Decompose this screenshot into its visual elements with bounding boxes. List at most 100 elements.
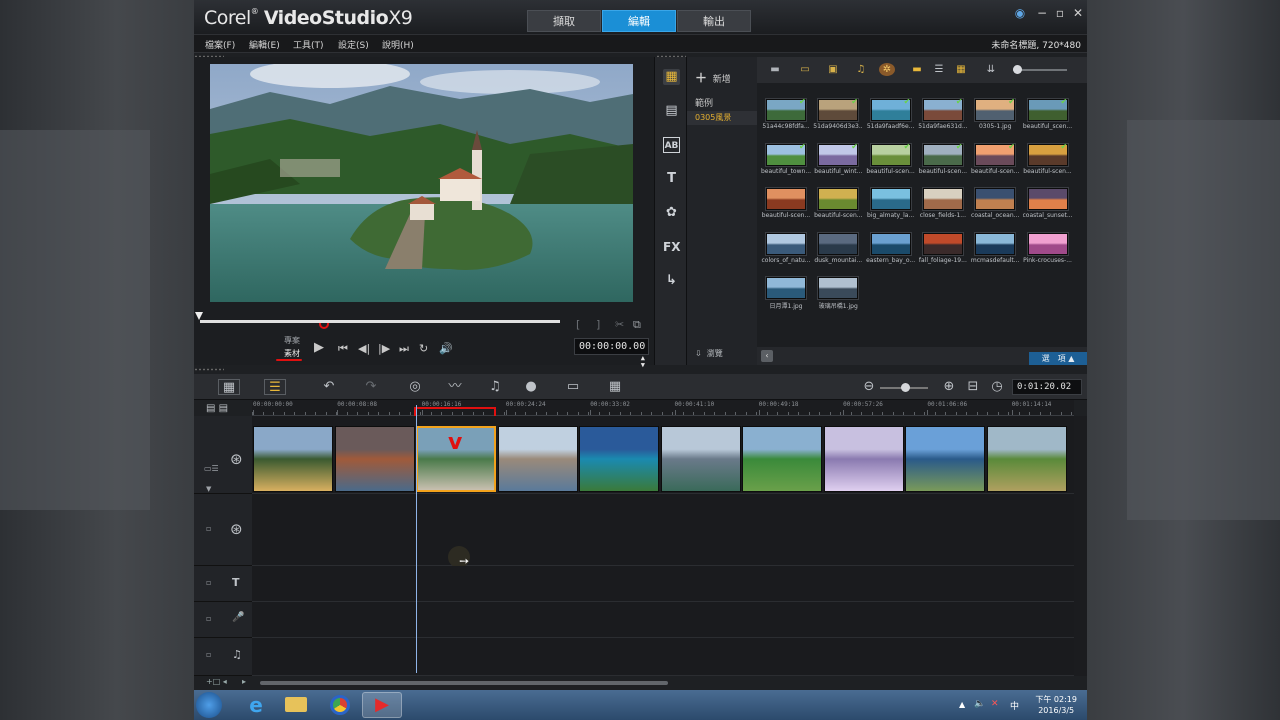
video-clip[interactable] (660, 426, 741, 492)
track-expand-icon[interactable]: ▼ (206, 485, 211, 493)
sound-mixer-icon[interactable]: 〰 (444, 379, 466, 395)
home-icon[interactable]: ⏮ (338, 342, 348, 356)
scrollbar-thumb[interactable] (260, 681, 668, 685)
motion-tracking-icon[interactable]: ● (520, 379, 542, 395)
preview-window[interactable] (210, 64, 633, 302)
selected-video-clip[interactable]: v (416, 426, 496, 492)
library-thumbnail[interactable]: ✔ beautiful_wint... (813, 142, 863, 186)
scrubber-handle[interactable] (195, 312, 203, 320)
library-thumbnail[interactable]: ✔ beautiful-scen... (918, 142, 968, 186)
project-duration-icon[interactable]: ◷ (986, 379, 1008, 395)
tray-show-hidden-icon[interactable]: ▲ (959, 700, 965, 709)
library-thumbnail[interactable]: colors_of_natu... (761, 231, 811, 275)
import-folder-icon[interactable]: ▬ (767, 63, 783, 76)
chrome-icon[interactable] (320, 692, 360, 718)
import-media-icon[interactable]: ⇊ (983, 63, 999, 76)
video-track-lane[interactable]: v (252, 416, 1074, 494)
mark-out-icon[interactable]: ] (596, 318, 600, 331)
voice-track-lane[interactable] (252, 602, 1074, 638)
timeline-grip[interactable] (194, 368, 224, 371)
library-thumbnail[interactable]: ✔ 51da9faadf6e... (866, 97, 916, 141)
library-thumbnail[interactable]: ✔ 51da9406d3e3... (813, 97, 863, 141)
track-visibility-icon[interactable]: ▫ (206, 614, 211, 623)
list-view-icon[interactable]: ▬ (909, 63, 925, 76)
library-thumbnail[interactable]: coastal_ocean... (970, 186, 1020, 230)
volume-icon[interactable]: 🔊 (439, 342, 453, 355)
instant-project-icon[interactable]: ▤ (663, 103, 680, 119)
thumbnail-size-slider[interactable] (1013, 65, 1067, 74)
system-clock[interactable]: 下午 02:19 2016/3/5 (1035, 694, 1077, 716)
library-thumbnail[interactable]: ✔ beautiful_scen... (1023, 97, 1073, 141)
thumbnail-view-icon[interactable]: ▦ (953, 63, 969, 76)
menu-file[interactable]: 檔案(F) (205, 38, 235, 51)
library-thumbnail[interactable]: ✔ beautiful-scen... (1023, 142, 1073, 186)
folder-sample[interactable]: 範例 (695, 96, 713, 109)
timeline-playhead[interactable] (416, 405, 417, 673)
title-track-lane[interactable] (252, 566, 1074, 602)
path-icon[interactable]: ↳ (663, 273, 680, 289)
options-button[interactable]: 選 項 ▲ (1029, 352, 1087, 365)
scroll-left-icon[interactable]: +□ ◂ (206, 677, 227, 686)
fit-project-icon[interactable]: ⊟ (962, 379, 984, 395)
transition-icon[interactable]: AB (663, 137, 680, 153)
volume-tray-icon[interactable]: 🔈 (974, 699, 985, 709)
video-clip[interactable] (579, 426, 659, 492)
zoom-out-icon[interactable]: ⊖ (858, 379, 880, 395)
subtitle-editor-icon[interactable]: ▭ (562, 379, 584, 395)
library-thumbnail[interactable]: beautiful-scen... (761, 186, 811, 230)
library-thumbnail[interactable]: 日月潭1.jpg (761, 275, 811, 319)
slider-thumb[interactable] (1013, 65, 1022, 74)
tab-share[interactable]: 輸出 (677, 10, 751, 32)
video-clip[interactable] (823, 426, 904, 492)
media-category-icon[interactable]: ▦ (663, 69, 680, 85)
mode-clip-label[interactable]: 素材 (284, 348, 300, 359)
track-visibility-icon[interactable]: ▫ (206, 524, 211, 533)
auto-music-icon[interactable]: ♫ (484, 379, 506, 395)
library-thumbnail[interactable]: coastal_sunset... (1023, 186, 1073, 230)
zoom-slider-thumb[interactable] (901, 383, 910, 392)
show-photos-icon[interactable]: ▣ (825, 63, 841, 76)
video-clip[interactable] (497, 426, 578, 492)
graphic-icon[interactable]: ✿ (663, 205, 680, 221)
enlarge-preview-icon[interactable]: ⧉ (633, 318, 641, 332)
show-videos-icon[interactable]: ▭ (797, 63, 813, 76)
redo-icon[interactable]: ↷ (360, 379, 382, 395)
tab-capture[interactable]: 擷取 (527, 10, 601, 32)
library-thumbnail[interactable]: ✔ 51da9fae631d... (918, 97, 968, 141)
mark-in-icon[interactable]: [ (576, 318, 580, 331)
title-icon[interactable]: T (663, 171, 680, 187)
repeat-icon[interactable]: ↻ (419, 342, 428, 355)
track-visibility-icon[interactable]: ▫ (206, 578, 211, 587)
video-clip[interactable] (334, 426, 415, 492)
video-clip[interactable] (253, 426, 333, 492)
details-view-icon[interactable]: ☰ (931, 63, 947, 76)
track-manager-icon[interactable]: ▤ ▤ (206, 403, 228, 414)
record-capture-icon[interactable]: ◎ (404, 379, 426, 395)
storyboard-view-icon[interactable]: ▦ (218, 379, 240, 395)
library-thumbnail[interactable]: close_fields-1... (918, 186, 968, 230)
mode-project-label[interactable]: 專案 (284, 335, 300, 346)
vertical-scrollbar[interactable] (1074, 416, 1087, 676)
minimize-icon[interactable]: − (1035, 6, 1049, 20)
library-thumbnail[interactable]: dusk_mountai... (813, 231, 863, 275)
video-clip[interactable] (905, 426, 985, 492)
timeline-ruler[interactable]: 00:00:00:00 00:00:08:08 00:00:16:16 00:00:2… (252, 400, 1074, 416)
show-audio-icon[interactable]: ♫ (853, 63, 869, 76)
next-frame-icon[interactable]: |▶ (378, 342, 390, 355)
internet-explorer-icon[interactable]: e (236, 692, 276, 718)
previous-frame-icon[interactable]: ◀| (358, 342, 370, 355)
timeline-view-icon[interactable]: ☰ (264, 379, 286, 395)
add-folder-button[interactable]: ＋ 新增 (695, 69, 731, 86)
library-thumbnail[interactable]: 玻璃吊橋1.jpg (813, 275, 863, 319)
library-thumbnail[interactable]: mcmasdefault... (970, 231, 1020, 275)
help-globe-icon[interactable]: ◉ (1013, 6, 1027, 20)
sort-icon[interactable]: ✲ (879, 63, 895, 76)
scrubber-bar[interactable] (200, 320, 560, 323)
menu-tools[interactable]: 工具(T) (293, 38, 324, 51)
close-icon[interactable]: ✕ (1071, 6, 1085, 20)
library-thumbnail[interactable]: beautiful-scen... (813, 186, 863, 230)
menu-settings[interactable]: 設定(S) (338, 38, 369, 51)
music-track-lane[interactable] (252, 638, 1074, 676)
ime-indicator[interactable]: 中 (1010, 699, 1019, 712)
filter-fx-icon[interactable]: FX (663, 239, 680, 255)
